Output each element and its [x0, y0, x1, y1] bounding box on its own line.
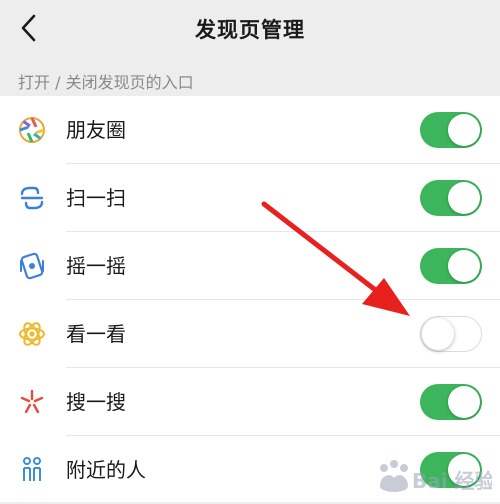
list-item-scan: 扫一扫 [0, 164, 500, 232]
moments-toggle[interactable] [420, 112, 482, 148]
toggle-knob [448, 114, 480, 146]
scan-icon [20, 186, 44, 210]
scan-toggle[interactable] [420, 180, 482, 216]
moments-aperture-icon [19, 117, 45, 143]
shake-icon [20, 252, 44, 280]
item-label: 摇一摇 [66, 254, 126, 278]
top-stories-toggle[interactable] [420, 316, 482, 352]
item-label: 扫一扫 [66, 186, 126, 210]
item-label: 朋友圈 [66, 118, 126, 142]
list-item-shake: 摇一摇 [0, 232, 500, 300]
toggle-knob [448, 454, 480, 486]
search-toggle[interactable] [420, 384, 482, 420]
page-title: 发现页管理 [195, 18, 305, 42]
section-label: 打开 / 关闭发现页的入口 [18, 73, 194, 92]
item-label: 搜一搜 [66, 390, 126, 414]
toggle-knob [448, 386, 480, 418]
toggle-knob [422, 318, 454, 350]
list-item-top-stories: 看一看 [0, 300, 500, 368]
item-label: 看一看 [66, 322, 126, 346]
top-stories-icon [19, 322, 45, 346]
discover-entries-list: 朋友圈 扫一扫 摇一摇 看一看 搜一搜 附近的人 [0, 96, 500, 502]
toggle-knob [448, 182, 480, 214]
list-item-people-nearby: 附近的人 [0, 436, 500, 504]
list-item-search: 搜一搜 [0, 368, 500, 436]
people-nearby-icon [23, 457, 41, 481]
shake-toggle[interactable] [420, 248, 482, 284]
top-bar: 发现页管理 [0, 0, 500, 58]
people-nearby-toggle[interactable] [420, 452, 482, 488]
search-sparkle-icon [20, 389, 44, 414]
list-item-moments: 朋友圈 [0, 96, 500, 164]
item-label: 附近的人 [66, 458, 146, 482]
toggle-knob [448, 250, 480, 282]
